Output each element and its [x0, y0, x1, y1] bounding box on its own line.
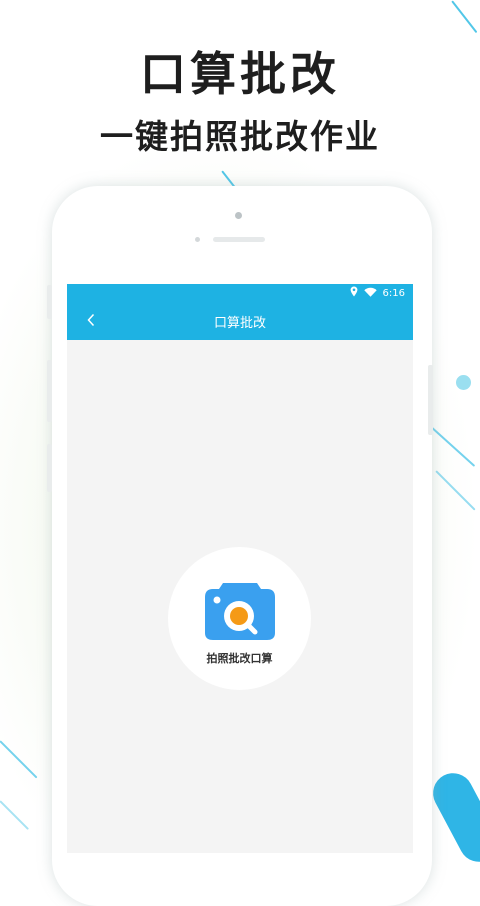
phone-side-button: [47, 444, 52, 492]
status-bar: 6:16: [67, 284, 413, 302]
status-bar-right: 6:16: [350, 286, 405, 300]
phone-side-button: [428, 365, 433, 435]
app-bar-title: 口算批改: [213, 316, 266, 331]
status-time: 6:16: [382, 287, 405, 299]
promo-headline: 口算批改: [140, 47, 340, 101]
location-pin-icon: [350, 286, 358, 300]
wifi-icon: [363, 287, 377, 300]
decorative-dot: [456, 375, 471, 390]
earpiece-speaker: [213, 237, 265, 242]
sensor-dot: [195, 237, 200, 242]
promo-subheadline: 一键拍照批改作业: [100, 117, 380, 156]
camera-search-icon: [205, 583, 275, 640]
phone-side-button: [47, 285, 52, 319]
app-screen: 6:16 口算批改 拍照批改口算: [67, 284, 413, 853]
app-bar: 口算批改: [67, 302, 413, 340]
capture-button[interactable]: 拍照批改口算: [168, 547, 311, 690]
phone-side-button: [47, 360, 52, 422]
decorative-line: [451, 0, 478, 34]
capture-button-label: 拍照批改口算: [206, 652, 273, 665]
camera-dot: [235, 212, 242, 219]
